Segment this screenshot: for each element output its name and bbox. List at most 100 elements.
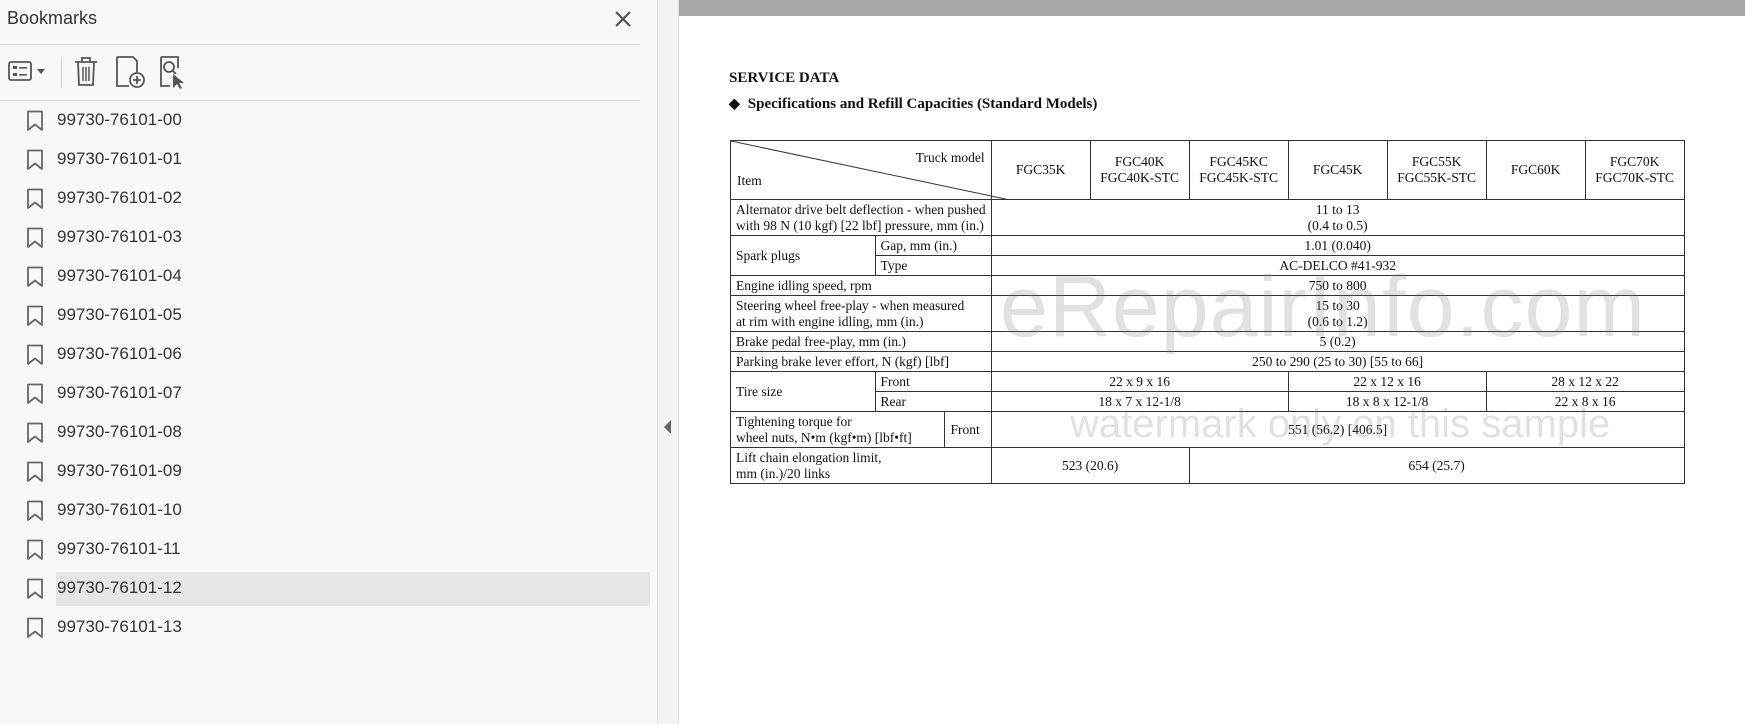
bookmark-icon: [27, 383, 43, 404]
bookmark-item[interactable]: 99730-76101-07: [27, 377, 650, 411]
table-row: Lift chain elongation limit, mm (in.)/20 …: [730, 447, 1685, 484]
bookmark-icon: [27, 578, 43, 599]
close-panel-button[interactable]: [608, 4, 638, 34]
model-header: FGC45KC FGC45K-STC: [1188, 140, 1289, 200]
row-value: 1.01 (0.040): [990, 235, 1685, 256]
bookmark-item[interactable]: 99730-76101-13: [27, 611, 650, 645]
bookmarks-toolbar: [0, 46, 640, 101]
options-menu-button[interactable]: [6, 54, 50, 90]
bookmark-item[interactable]: 99730-76101-09: [27, 455, 650, 489]
row-sublabel: Type: [874, 255, 992, 276]
bookmark-item[interactable]: 99730-76101-02: [27, 182, 650, 216]
row-value: 22 x 12 x 16: [1287, 371, 1487, 392]
bookmark-label: 99730-76101-13: [57, 617, 182, 636]
model-header: FGC40K FGC40K-STC: [1089, 140, 1190, 200]
panel-title: Bookmarks: [7, 8, 98, 28]
bookmark-item[interactable]: 99730-76101-04: [27, 260, 650, 294]
table-row: Parking brake lever effort, N (kgf) [lbf…: [730, 351, 1685, 372]
table-title-text: Specifications and Refill Capacities (St…: [747, 96, 1098, 112]
bookmark-icon: [27, 149, 43, 170]
row-value: 750 to 800: [990, 275, 1685, 296]
bookmark-label: 99730-76101-05: [57, 305, 182, 324]
bookmark-icon: [27, 266, 43, 287]
bookmark-icon: [27, 110, 43, 131]
panel-splitter[interactable]: [657, 0, 679, 724]
table-row: Alternator drive belt deflection - when …: [730, 199, 1685, 236]
bookmark-label: 99730-76101-02: [57, 188, 182, 207]
bookmark-item[interactable]: 99730-76101-01: [27, 143, 650, 177]
header-item: Item: [737, 173, 762, 188]
bookmark-label: 99730-76101-12: [57, 578, 182, 597]
table-row: Engine idling speed, rpm 750 to 800: [730, 275, 1685, 296]
bookmark-label: 99730-76101-07: [57, 383, 182, 402]
bookmark-label: 99730-76101-01: [57, 149, 182, 168]
row-value: 22 x 9 x 16: [990, 371, 1289, 392]
bookmark-icon: [27, 422, 43, 443]
table-row: Tire size Front 22 x 9 x 16 22 x 12 x 16…: [730, 371, 1685, 412]
table-row: Steering wheel free-play - when measured…: [730, 295, 1685, 332]
add-bookmark-icon: [116, 56, 145, 88]
row-label: Engine idling speed, rpm: [730, 275, 992, 296]
bookmark-item[interactable]: 99730-76101-06: [27, 338, 650, 372]
collapse-panel-arrow-icon[interactable]: [664, 420, 671, 434]
list-options-icon: [8, 61, 45, 81]
bookmark-label: 99730-76101-00: [57, 110, 182, 129]
bookmark-icon: [27, 500, 43, 521]
bookmark-label: 99730-76101-03: [57, 227, 182, 246]
bookmark-item[interactable]: 99730-76101-05: [27, 299, 650, 333]
model-header: FGC70K FGC70K-STC: [1584, 140, 1685, 200]
bookmark-label: 99730-76101-10: [57, 500, 182, 519]
bookmark-icon: [27, 617, 43, 638]
bookmark-icon: [27, 188, 43, 209]
bookmark-item[interactable]: 99730-76101-03: [27, 221, 650, 255]
row-value: 28 x 12 x 22: [1485, 371, 1685, 392]
table-row: Brake pedal free-play, mm (in.) 5 (0.2): [730, 331, 1685, 352]
row-label: Alternator drive belt deflection - when …: [730, 199, 992, 236]
page-top-border: [679, 0, 1745, 16]
row-value: 523 (20.6): [990, 447, 1190, 484]
row-value: 15 to 30 (0.6 to 1.2): [990, 295, 1685, 332]
model-header: FGC55K FGC55K-STC: [1386, 140, 1487, 200]
find-bookmark-icon: [160, 56, 184, 89]
row-label: Parking brake lever effort, N (kgf) [lbf…: [730, 351, 992, 372]
row-label: Tire size: [730, 371, 876, 412]
model-header: FGC60K: [1485, 140, 1586, 200]
model-header: FGC45K: [1287, 140, 1388, 200]
bookmark-icon: [27, 305, 43, 326]
row-label: Tightening torque for wheel nuts, N•m (kg…: [729, 411, 946, 448]
trash-icon: [75, 57, 97, 86]
header-truck-model: Truck model: [915, 150, 985, 165]
bookmark-item[interactable]: 99730-76101-08: [27, 416, 650, 450]
bookmark-label: 99730-76101-08: [57, 422, 182, 441]
row-value: 5 (0.2): [990, 331, 1685, 352]
row-sublabel: Gap, mm (in.): [874, 235, 992, 256]
bookmark-label: 99730-76101-06: [57, 344, 182, 363]
row-label: Lift chain elongation limit, mm (in.)/20 …: [730, 447, 992, 484]
row-value: 18 x 7 x 12-1/8: [990, 391, 1289, 412]
bookmark-item[interactable]: 99730-76101-00: [27, 104, 650, 138]
bookmark-label: 99730-76101-09: [57, 461, 182, 480]
bookmark-icon: [27, 539, 43, 560]
panel-header: Bookmarks: [0, 0, 640, 45]
row-sublabel: Rear: [874, 391, 992, 412]
table-header-row: Truck model Item FGC35K FGC40K FGC40K-STC…: [730, 140, 1685, 200]
bookmark-item[interactable]: 99730-76101-12: [27, 572, 650, 606]
table-row: Tightening torque for wheel nuts, N•m (kg…: [729, 411, 1685, 448]
diamond-bullet-icon: ◆: [729, 97, 740, 112]
row-value: 654 (25.7): [1188, 447, 1685, 484]
bookmark-label: 99730-76101-11: [57, 539, 181, 558]
document-viewer: SERVICE DATA ◆ Specifications and Refill …: [679, 0, 1745, 724]
find-bookmark-button[interactable]: [156, 54, 190, 90]
row-value: 11 to 13 (0.4 to 0.5): [990, 199, 1685, 236]
bookmark-item[interactable]: 99730-76101-11: [27, 533, 650, 567]
table-row: Spark plugs Gap, mm (in.) 1.01 (0.040): [730, 235, 1685, 276]
row-value: 250 to 290 (25 to 30) [55 to 66]: [990, 351, 1685, 372]
row-value: AC-DELCO #41-932: [990, 255, 1685, 276]
bookmark-icon: [27, 461, 43, 482]
delete-bookmark-button[interactable]: [70, 54, 102, 90]
bookmark-item[interactable]: 99730-76101-10: [27, 494, 650, 528]
add-bookmark-button[interactable]: [112, 54, 146, 90]
bookmark-label: 99730-76101-04: [57, 266, 182, 285]
row-sublabel: Front: [944, 411, 992, 448]
bookmark-icon: [27, 344, 43, 365]
